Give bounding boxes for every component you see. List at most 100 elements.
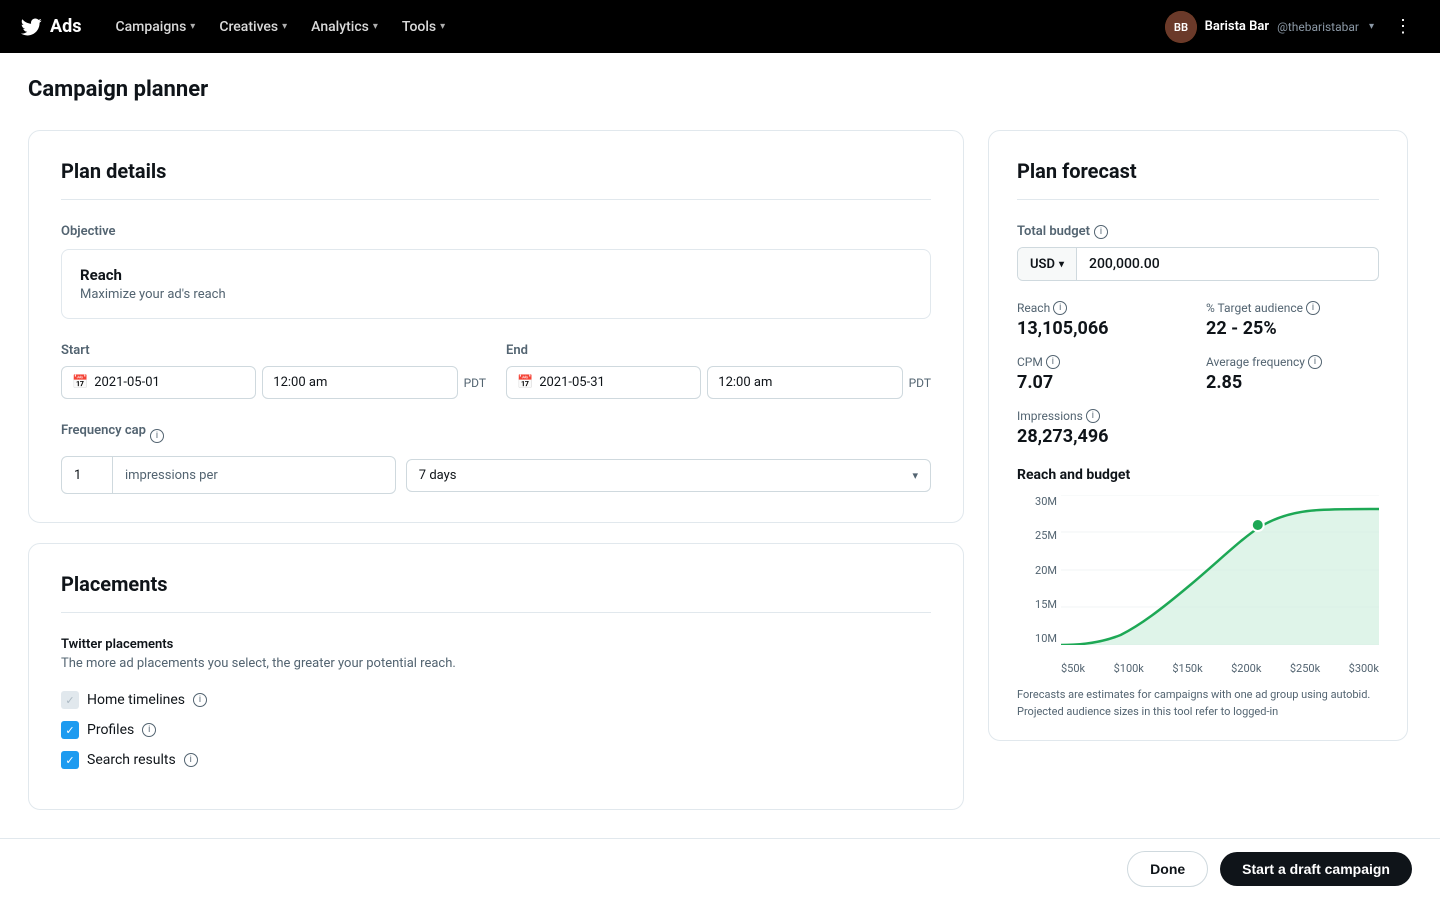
search-results-checkbox[interactable]: ✓ <box>61 751 79 769</box>
campaigns-chevron: ▾ <box>190 21 195 32</box>
home-timelines-checkbox[interactable]: ✓ <box>61 691 79 709</box>
stats-grid: Reach i 13,105,066 % Target audience i 2… <box>1017 301 1379 447</box>
more-options-button[interactable]: ⋮ <box>1386 12 1420 41</box>
reach-value: 13,105,066 <box>1017 318 1190 339</box>
bottom-action-bar: Done Start a draft campaign <box>0 838 1440 899</box>
freq-cap-label: Frequency cap <box>61 423 146 438</box>
freq-cap-info-icon[interactable]: i <box>150 429 164 443</box>
account-switcher[interactable]: BB Barista Bar @thebaristabar ▾ <box>1165 11 1374 43</box>
plan-details-card: Plan details Objective Reach Maximize yo… <box>28 130 964 523</box>
avg-freq-stat: Average frequency i 2.85 <box>1206 355 1379 393</box>
freq-period-select[interactable]: 7 days ▾ <box>406 459 931 492</box>
cpm-label: CPM <box>1017 355 1043 369</box>
chart-area: 30M 25M 20M 15M 10M <box>1017 495 1379 675</box>
objective-label: Objective <box>61 224 931 239</box>
right-panel: Plan forecast Total budget i USD ▾ 200,0… <box>988 130 1408 830</box>
svg-text:BB: BB <box>1173 21 1187 34</box>
currency-select[interactable]: USD ▾ <box>1018 248 1077 280</box>
objective-box[interactable]: Reach Maximize your ad's reach <box>61 249 931 319</box>
profiles-row: ✓ Profiles i <box>61 721 931 739</box>
plan-details-title: Plan details <box>61 159 931 200</box>
end-tz: PDT <box>909 376 931 390</box>
start-draft-button[interactable]: Start a draft campaign <box>1220 852 1412 886</box>
start-label: Start <box>61 343 486 358</box>
tools-chevron: ▾ <box>440 21 445 32</box>
avg-freq-value: 2.85 <box>1206 372 1379 393</box>
objective-title: Reach <box>80 266 912 284</box>
impressions-info-icon[interactable]: i <box>1086 409 1100 423</box>
budget-input[interactable]: USD ▾ 200,000.00 <box>1017 247 1379 281</box>
cpm-stat: CPM i 7.07 <box>1017 355 1190 393</box>
reach-budget-chart: Reach and budget 30M 25M 20M 15M 10M <box>1017 467 1379 720</box>
end-time-input[interactable]: 12:00 am <box>707 366 902 399</box>
forecast-note: Forecasts are estimates for campaigns wi… <box>1017 687 1379 720</box>
calendar-icon-end: 📅 <box>517 375 533 390</box>
reach-info-icon[interactable]: i <box>1053 301 1067 315</box>
budget-amount: 200,000.00 <box>1077 248 1378 280</box>
reach-stat: Reach i 13,105,066 <box>1017 301 1190 339</box>
end-label: End <box>506 343 931 358</box>
placements-card: Placements Twitter placements The more a… <box>28 543 964 810</box>
freq-chevron-icon: ▾ <box>912 469 918 482</box>
avatar: BB <box>1165 11 1197 43</box>
ads-brand: Ads <box>50 16 81 37</box>
start-date-group: Start 📅 2021-05-01 12:00 am PDT <box>61 343 486 399</box>
twitter-placements-desc: The more ad placements you select, the g… <box>61 656 931 671</box>
chart-y-axis: 30M 25M 20M 15M 10M <box>1017 495 1057 645</box>
freq-number-value: 1 <box>62 460 112 491</box>
avg-freq-label: Average frequency <box>1206 355 1305 369</box>
start-time-input[interactable]: 12:00 am <box>262 366 457 399</box>
home-timelines-info-icon[interactable]: i <box>193 693 207 707</box>
nav-creatives[interactable]: Creatives ▾ <box>209 13 297 41</box>
profiles-checkbox[interactable]: ✓ <box>61 721 79 739</box>
chart-svg-container <box>1061 495 1379 645</box>
avg-freq-info-icon[interactable]: i <box>1308 355 1322 369</box>
forecast-card: Plan forecast Total budget i USD ▾ 200,0… <box>988 130 1408 741</box>
search-results-row: ✓ Search results i <box>61 751 931 769</box>
search-results-label: Search results <box>87 752 176 768</box>
home-timelines-row: ✓ Home timelines i <box>61 691 931 709</box>
impressions-value: 28,273,496 <box>1017 426 1190 447</box>
impressions-label: Impressions <box>1017 409 1083 423</box>
start-date-value: 2021-05-01 <box>94 375 160 390</box>
twitter-logo <box>20 16 42 38</box>
freq-suffix: impressions per <box>113 460 230 491</box>
total-budget-label: Total budget <box>1017 224 1090 239</box>
profiles-label: Profiles <box>87 722 134 738</box>
forecast-title: Plan forecast <box>1017 159 1379 200</box>
account-chevron: ▾ <box>1369 21 1374 32</box>
chart-x-axis: $50k $100k $150k $200k $250k $300k <box>1061 662 1379 675</box>
twitter-placements-label: Twitter placements <box>61 637 931 652</box>
target-audience-stat: % Target audience i 22 - 25% <box>1206 301 1379 339</box>
nav-campaigns[interactable]: Campaigns ▾ <box>105 13 205 41</box>
account-handle: @thebaristabar <box>1277 20 1359 34</box>
freq-number-input[interactable]: 1 impressions per <box>61 456 396 494</box>
total-budget-info-icon[interactable]: i <box>1094 225 1108 239</box>
cpm-info-icon[interactable]: i <box>1046 355 1060 369</box>
calendar-icon: 📅 <box>72 375 88 390</box>
search-results-info-icon[interactable]: i <box>184 753 198 767</box>
end-date-value: 2021-05-31 <box>539 375 605 390</box>
creatives-chevron: ▾ <box>282 21 287 32</box>
page-title: Campaign planner <box>28 77 1412 102</box>
impressions-stat: Impressions i 28,273,496 <box>1017 409 1190 447</box>
nav-tools[interactable]: Tools ▾ <box>392 13 455 41</box>
start-date-input[interactable]: 📅 2021-05-01 <box>61 366 256 399</box>
end-date-input[interactable]: 📅 2021-05-31 <box>506 366 701 399</box>
target-audience-info-icon[interactable]: i <box>1306 301 1320 315</box>
cpm-value: 7.07 <box>1017 372 1190 393</box>
left-column: Plan details Objective Reach Maximize yo… <box>28 130 964 830</box>
target-audience-label: % Target audience <box>1206 301 1303 315</box>
profiles-info-icon[interactable]: i <box>142 723 156 737</box>
account-name: Barista Bar <box>1205 19 1269 34</box>
target-audience-value: 22 - 25% <box>1206 318 1379 339</box>
home-timelines-label: Home timelines <box>87 692 185 708</box>
objective-desc: Maximize your ad's reach <box>80 287 912 302</box>
end-date-group: End 📅 2021-05-31 12:00 am PDT <box>506 343 931 399</box>
top-navigation: Ads Campaigns ▾ Creatives ▾ Analytics ▾ … <box>0 0 1440 53</box>
start-tz: PDT <box>464 376 486 390</box>
analytics-chevron: ▾ <box>373 21 378 32</box>
nav-analytics[interactable]: Analytics ▾ <box>301 13 388 41</box>
done-button[interactable]: Done <box>1127 851 1208 887</box>
reach-label: Reach <box>1017 301 1050 315</box>
